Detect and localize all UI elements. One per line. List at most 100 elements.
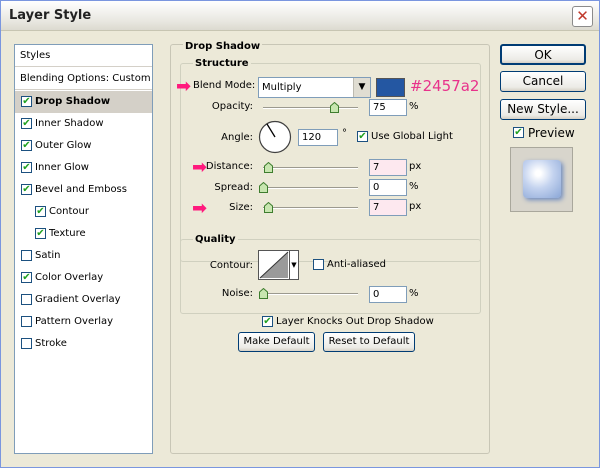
style-item-label: Bevel and Emboss [35, 184, 127, 195]
style-item[interactable]: Gradient Overlay [15, 289, 152, 311]
style-item-checkbox[interactable]: ✔ [21, 118, 32, 129]
styles-list: Styles Blending Options: Custom ✔ Drop Sh… [14, 44, 153, 454]
style-item-label: Drop Shadow [35, 96, 111, 107]
quality-group: Quality [180, 234, 481, 314]
preview-swatch [523, 160, 561, 198]
size-slider-thumb[interactable] [264, 201, 273, 213]
cancel-button[interactable]: Cancel [500, 71, 586, 92]
spread-slider-track[interactable] [263, 187, 358, 189]
check-icon: ✔ [22, 184, 31, 195]
check-icon: ✔ [22, 96, 31, 107]
distance-label: Distance: [205, 161, 253, 172]
ok-button[interactable]: OK [500, 44, 586, 65]
style-item[interactable]: Satin [15, 245, 152, 267]
color-annotation: #2457a2 [410, 77, 480, 95]
spread-field[interactable]: 0 [369, 179, 407, 196]
spread-slider-thumb[interactable] [259, 181, 268, 193]
distance-unit: px [409, 161, 422, 172]
opacity-slider-track[interactable] [263, 107, 358, 109]
check-icon: ✔ [22, 162, 31, 173]
new-style-button[interactable]: New Style... [500, 99, 586, 120]
style-item[interactable]: ✔ Contour [15, 201, 152, 223]
angle-field[interactable]: 120 [298, 129, 338, 146]
spread-unit: % [409, 181, 419, 192]
contour-label: Contour: [209, 260, 253, 271]
style-preview-thumbnail [510, 147, 573, 212]
size-field[interactable]: 7 [369, 199, 407, 216]
anti-aliased-label: Anti-aliased [327, 259, 387, 270]
drop-shadow-title: Drop Shadow [183, 41, 263, 52]
angle-unit: ° [342, 128, 347, 139]
contour-preview[interactable] [258, 250, 290, 280]
noise-slider-track[interactable] [263, 293, 358, 295]
style-item-checkbox[interactable]: ✔ [21, 162, 32, 173]
style-item-checkbox[interactable] [21, 294, 32, 305]
reset-to-default-button[interactable]: Reset to Default [323, 332, 415, 352]
style-item-label: Stroke [35, 338, 67, 349]
style-item-checkbox[interactable] [21, 316, 32, 327]
style-item[interactable]: ✔ Texture [15, 223, 152, 245]
make-default-button[interactable]: Make Default [238, 332, 315, 352]
style-item[interactable]: Stroke [15, 333, 152, 355]
noise-label: Noise: [221, 288, 253, 299]
noise-slider-thumb[interactable] [259, 287, 268, 299]
title-bar: Layer Style ✕ [1, 1, 599, 31]
style-item-label: Pattern Overlay [35, 316, 114, 327]
check-icon: ✔ [36, 228, 45, 239]
style-item-checkbox[interactable]: ✔ [35, 206, 46, 217]
blend-mode-value: Multiply [262, 82, 302, 93]
knockout-label: Layer Knocks Out Drop Shadow [276, 316, 434, 327]
noise-field[interactable]: 0 [369, 286, 407, 303]
styles-header[interactable]: Styles [15, 45, 152, 67]
style-item-checkbox[interactable] [21, 338, 32, 349]
style-item-checkbox[interactable]: ✔ [21, 140, 32, 151]
size-slider-track[interactable] [263, 207, 358, 209]
style-item-checkbox[interactable]: ✔ [21, 96, 32, 107]
size-unit: px [409, 201, 422, 212]
close-button[interactable]: ✕ [572, 6, 593, 27]
size-label: Size: [229, 202, 253, 213]
distance-slider-track[interactable] [263, 167, 358, 169]
style-item[interactable]: ✔ Inner Glow [15, 157, 152, 179]
use-global-light-checkbox[interactable]: ✔ [357, 131, 368, 142]
use-global-light-label: Use Global Light [371, 131, 453, 142]
blend-mode-select[interactable]: Multiply ▼ [258, 77, 371, 98]
check-icon: ✔ [514, 127, 523, 138]
style-item-label: Contour [49, 206, 89, 217]
style-item[interactable]: ✔ Drop Shadow [15, 91, 152, 113]
style-item[interactable]: ✔ Color Overlay [15, 267, 152, 289]
style-item-label: Outer Glow [35, 140, 92, 151]
contour-dropdown-icon[interactable]: ▼ [290, 250, 299, 280]
knockout-checkbox[interactable]: ✔ [262, 316, 273, 327]
opacity-slider-thumb[interactable] [330, 101, 340, 113]
style-item-label: Color Overlay [35, 272, 104, 283]
style-item[interactable]: ✔ Bevel and Emboss [15, 179, 152, 201]
distance-field[interactable]: 7 [369, 159, 407, 176]
blending-options-item[interactable]: Blending Options: Custom [15, 68, 152, 90]
style-item-checkbox[interactable]: ✔ [21, 184, 32, 195]
window-title: Layer Style [9, 8, 92, 23]
style-item-checkbox[interactable]: ✔ [35, 228, 46, 239]
opacity-field[interactable]: 75 [369, 99, 407, 116]
annotation-arrow-blend: ➡ [176, 76, 192, 97]
angle-label: Angle: [221, 132, 253, 143]
preview-label: Preview [528, 126, 575, 140]
anti-aliased-checkbox[interactable] [313, 259, 324, 270]
style-item-label: Inner Shadow [35, 118, 104, 129]
shadow-color-swatch[interactable] [376, 78, 405, 97]
chevron-down-icon[interactable]: ▼ [353, 78, 370, 97]
check-icon: ✔ [22, 272, 31, 283]
style-item[interactable]: Pattern Overlay [15, 311, 152, 333]
style-item-checkbox[interactable] [21, 250, 32, 261]
distance-slider-thumb[interactable] [264, 161, 273, 173]
check-icon: ✔ [36, 206, 45, 217]
preview-checkbox[interactable]: ✔ [513, 127, 524, 138]
style-item-label: Gradient Overlay [35, 294, 121, 305]
style-item[interactable]: ✔ Outer Glow [15, 135, 152, 157]
layer-style-dialog: Layer Style ✕ Styles Blending Options: C… [0, 0, 600, 468]
angle-dial[interactable] [258, 120, 292, 154]
style-item-label: Satin [35, 250, 61, 261]
style-item[interactable]: ✔ Inner Shadow [15, 113, 152, 135]
style-item-checkbox[interactable]: ✔ [21, 272, 32, 283]
opacity-unit: % [409, 101, 419, 112]
